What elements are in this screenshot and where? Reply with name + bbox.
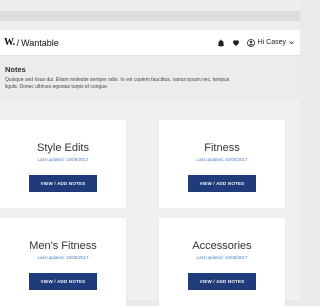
browser-bar — [0, 0, 300, 30]
view-add-notes-button[interactable]: VIEW / ADD NOTES — [188, 273, 256, 290]
card-title: Fitness — [204, 142, 240, 154]
logo-word: Wantable — [21, 37, 59, 48]
category-card: Style Edits Last updated: 10/05/2017 VIE… — [0, 120, 126, 208]
last-updated: Last updated: 10/05/2017 — [37, 255, 89, 260]
last-updated: Last updated: 10/05/2017 — [196, 157, 248, 162]
user-menu[interactable]: Hi Casey — [246, 38, 294, 47]
nav-actions: Hi Casey — [217, 35, 294, 50]
card-title: Men's Fitness — [29, 240, 97, 252]
bell-icon[interactable] — [217, 39, 225, 47]
user-greeting: Hi Casey — [257, 39, 286, 46]
category-card: Accessories Last updated: 10/05/2017 VIE… — [159, 218, 285, 306]
category-card: Fitness Last updated: 10/05/2017 VIEW / … — [159, 120, 285, 208]
card-title: Accessories — [192, 240, 252, 252]
logo-mark: W. — [4, 37, 15, 48]
card-title: Style Edits — [37, 142, 89, 154]
top-navbar: W. / Wantable Hi Casey — [0, 30, 300, 56]
heart-icon[interactable] — [232, 39, 240, 47]
notes-title: Notes — [5, 65, 26, 74]
user-icon — [246, 38, 255, 47]
browser-address-bar[interactable] — [0, 11, 300, 21]
chevron-down-icon — [289, 40, 294, 45]
logo-separator: / — [16, 37, 20, 48]
notes-section: Notes Quisque sed risus dui. Etiam moles… — [0, 58, 300, 100]
wantable-logo[interactable]: W. / Wantable — [4, 35, 59, 50]
last-updated: Last updated: 10/05/2017 — [196, 255, 248, 260]
view-add-notes-button[interactable]: VIEW / ADD NOTES — [188, 175, 256, 192]
view-add-notes-button[interactable]: VIEW / ADD NOTES — [29, 175, 97, 192]
last-updated: Last updated: 10/05/2017 — [37, 157, 89, 162]
view-add-notes-button[interactable]: VIEW / ADD NOTES — [29, 273, 97, 290]
notes-body: Quisque sed risus dui. Etiam molestie se… — [5, 77, 230, 90]
category-card: Men's Fitness Last updated: 10/05/2017 V… — [0, 218, 126, 306]
